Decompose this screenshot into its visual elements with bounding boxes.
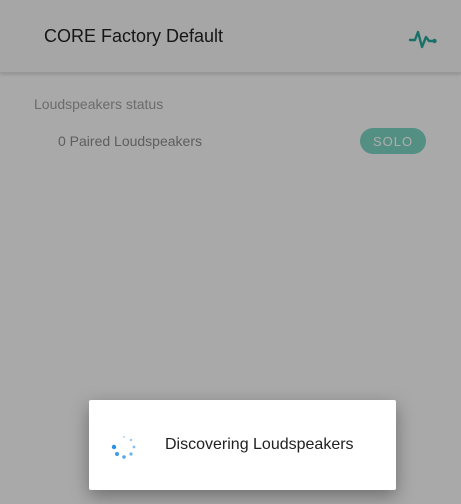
dialog-message: Discovering Loudspeakers bbox=[165, 436, 354, 453]
loading-spinner-icon bbox=[111, 436, 136, 459]
progress-dialog: Discovering Loudspeakers bbox=[89, 400, 396, 490]
